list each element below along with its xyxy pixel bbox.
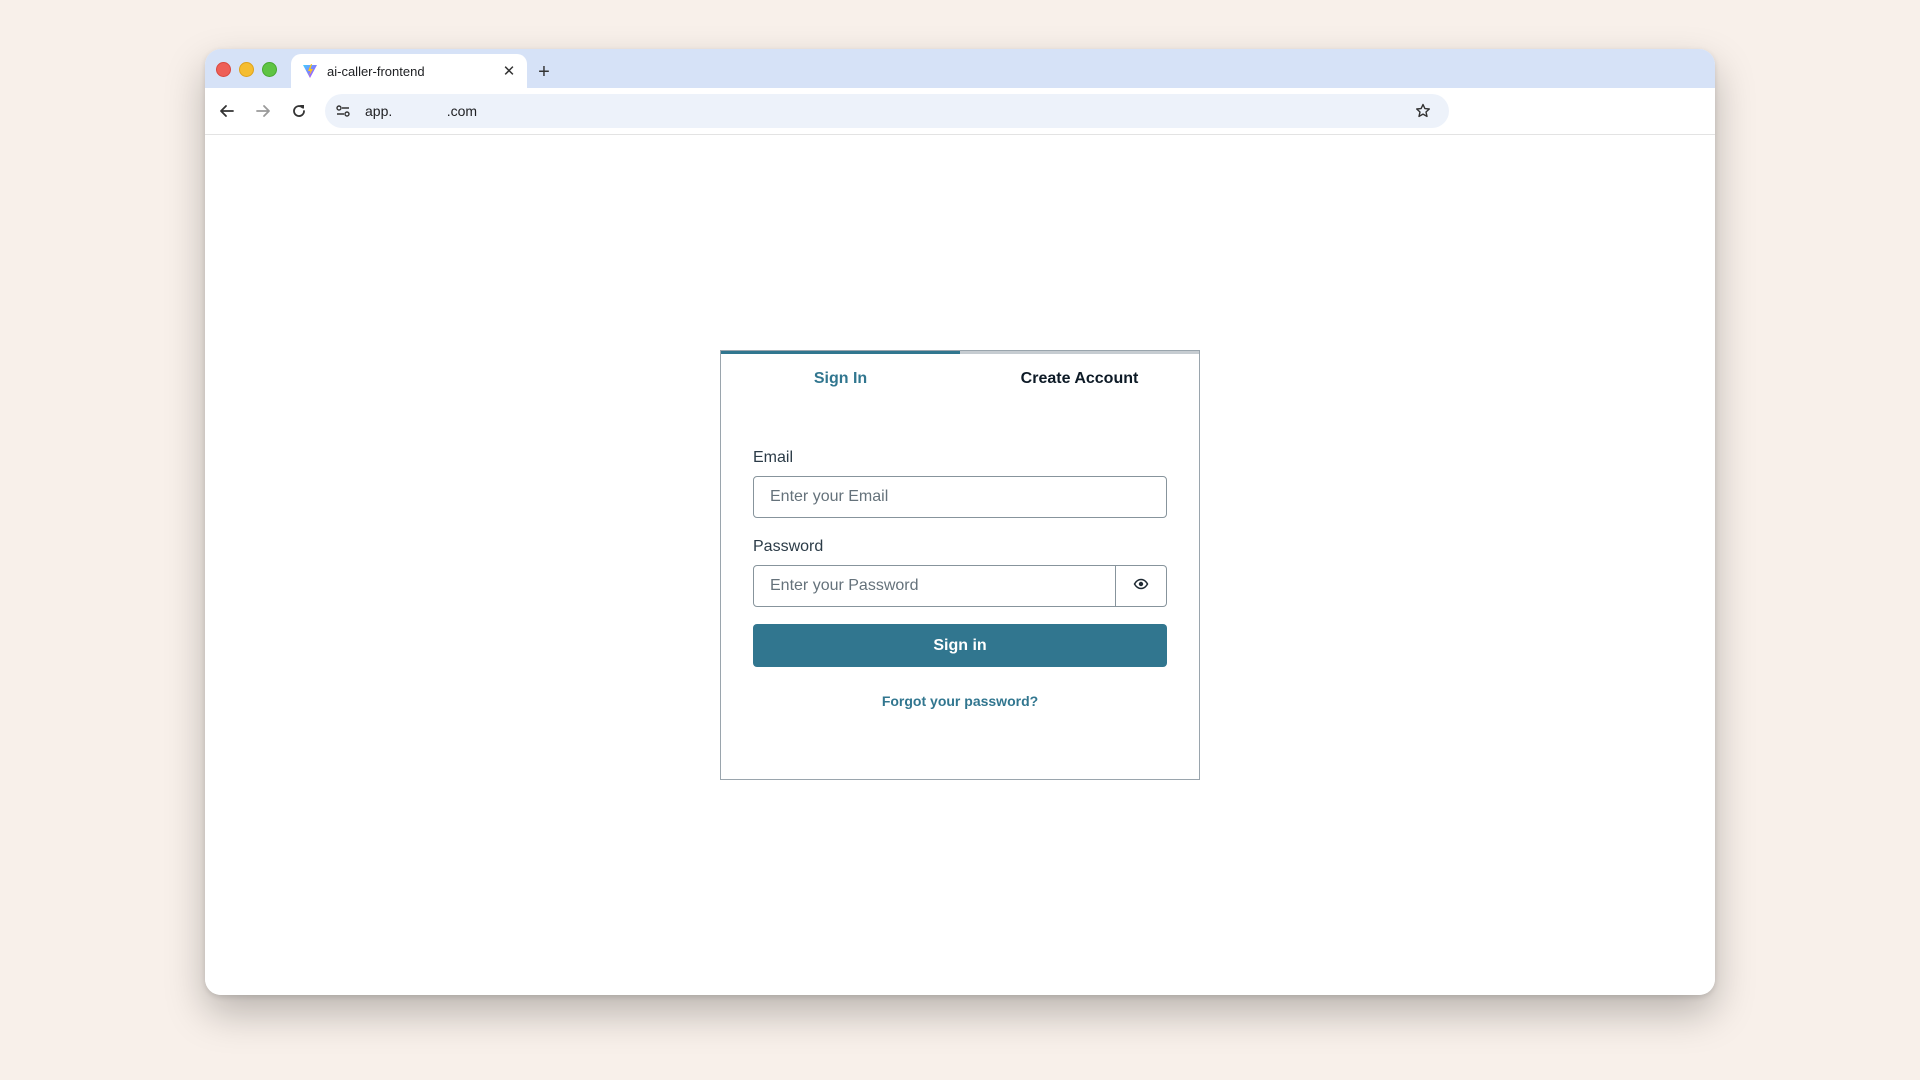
minimize-window-button[interactable] xyxy=(239,62,254,77)
browser-window: ai-caller-frontend ✕ + app. .com Sign In… xyxy=(205,49,1715,995)
star-icon[interactable] xyxy=(1411,99,1435,123)
site-info-icon[interactable] xyxy=(331,99,355,123)
reload-icon[interactable] xyxy=(285,97,313,125)
password-label: Password xyxy=(753,538,824,555)
tab-sign-in[interactable]: Sign In xyxy=(721,351,960,403)
tab-title: ai-caller-frontend xyxy=(327,63,425,79)
password-row xyxy=(753,565,1167,607)
email-input[interactable] xyxy=(753,476,1167,518)
back-arrow-icon[interactable] xyxy=(213,97,241,125)
forward-arrow-icon[interactable] xyxy=(249,97,277,125)
url-text: app. .com xyxy=(365,103,478,119)
sign-in-button[interactable]: Sign in xyxy=(753,624,1167,667)
maximize-window-button[interactable] xyxy=(262,62,277,77)
password-input[interactable] xyxy=(753,565,1116,607)
eye-icon xyxy=(1133,576,1149,597)
forgot-password-link[interactable]: Forgot your password? xyxy=(753,693,1167,709)
browser-toolbar: app. .com xyxy=(205,88,1715,135)
tab-create-account[interactable]: Create Account xyxy=(960,351,1199,403)
email-label: Email xyxy=(753,449,794,466)
plus-icon[interactable]: + xyxy=(530,58,558,86)
close-window-button[interactable] xyxy=(216,62,231,77)
address-bar[interactable]: app. .com xyxy=(325,94,1449,128)
show-password-button[interactable] xyxy=(1116,565,1167,607)
email-field-group: Email xyxy=(753,449,1167,518)
page-content: Sign In Create Account Email Password xyxy=(205,135,1715,995)
sign-in-form: Email Password xyxy=(721,403,1199,709)
auth-tabs: Sign In Create Account xyxy=(721,351,1199,403)
password-field-group: Password xyxy=(753,538,1167,607)
tab-strip: ai-caller-frontend ✕ + xyxy=(205,49,1715,88)
close-icon[interactable]: ✕ xyxy=(499,61,519,81)
auth-card: Sign In Create Account Email Password xyxy=(720,350,1200,780)
vite-favicon-icon xyxy=(301,62,319,80)
browser-tab-active[interactable]: ai-caller-frontend ✕ xyxy=(291,54,527,88)
